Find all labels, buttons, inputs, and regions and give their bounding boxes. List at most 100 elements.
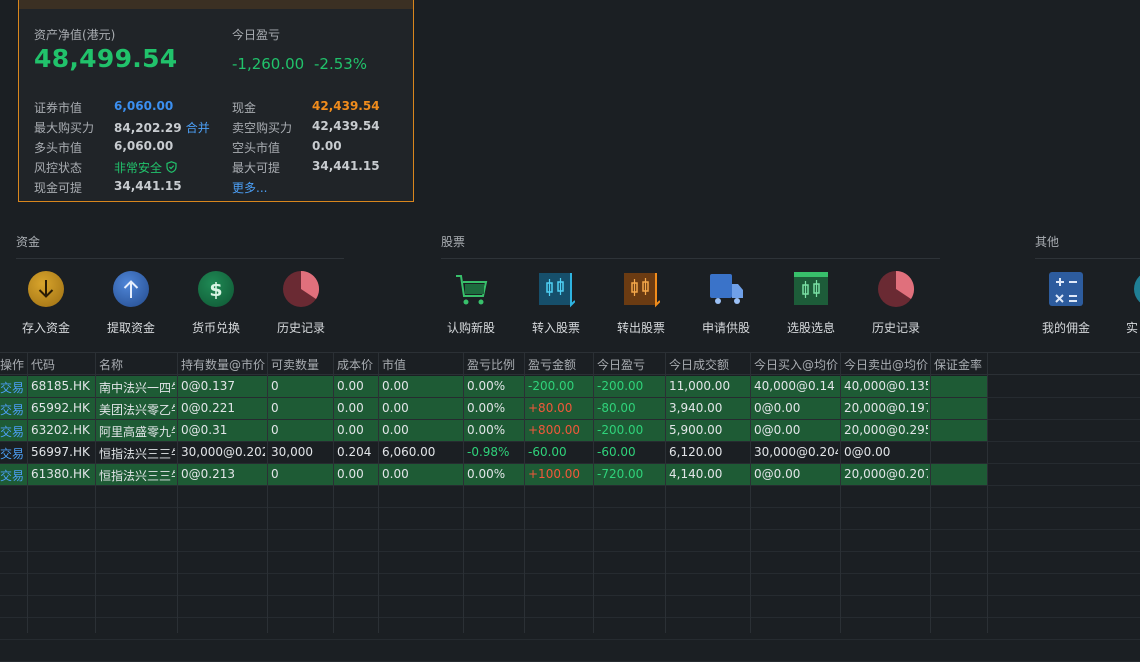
col-header-code[interactable]: 代码 xyxy=(31,356,55,373)
tool-funds-history[interactable]: 历史记录 xyxy=(261,270,341,336)
cell-sell: 0 xyxy=(271,379,279,393)
max-buying-power-value: 84,202.29 合并 xyxy=(114,119,210,136)
cell-pl: +100.00 xyxy=(528,467,581,481)
cell-buy: 30,000@0.204 xyxy=(754,445,838,459)
net-asset-label: 资产净值(港元) xyxy=(34,28,116,42)
cell-cost: 0.204 xyxy=(337,445,372,459)
row-divider xyxy=(0,573,1140,574)
cash-withdrawable-label: 现金可提 xyxy=(34,181,83,195)
cell-name: 阿里高盛零九牛 xyxy=(99,425,175,439)
cell-sellq: 20,000@0.295 xyxy=(844,423,928,437)
col-header-pl-amount[interactable]: 盈亏金额 xyxy=(528,356,576,373)
short-buying-power-value: 42,439.54 xyxy=(312,119,380,133)
cell-code: 63202.HK xyxy=(31,423,90,437)
tool-my-commission[interactable]: 我的佣金 xyxy=(1026,270,1106,336)
cell-code: 56997.HK xyxy=(31,445,90,459)
tool-rights-issue[interactable]: 申请供股 xyxy=(686,270,766,336)
cell-buy: 0@0.00 xyxy=(754,423,801,437)
trade-link[interactable]: 交易 xyxy=(0,423,25,440)
col-header-today-buy[interactable]: 今日买入@均价 xyxy=(754,356,838,373)
row-divider xyxy=(0,419,1140,420)
cell-code: 65992.HK xyxy=(31,401,90,415)
col-divider xyxy=(267,352,268,633)
tool-currency-exchange-label: 货币兑换 xyxy=(191,321,240,335)
deposit-icon xyxy=(27,270,65,308)
col-divider xyxy=(593,352,594,633)
cash-value: 42,439.54 xyxy=(312,99,380,113)
securities-mv-value: 6,060.00 xyxy=(114,99,174,113)
tool-my-commission-label: 我的佣金 xyxy=(1041,321,1090,335)
section-other-divider xyxy=(1035,258,1140,259)
transfer-out-candlestick-icon xyxy=(622,270,661,308)
col-header-pl-pct[interactable]: 盈亏比例 xyxy=(467,356,515,373)
tool-currency-exchange[interactable]: $ 货币兑换 xyxy=(176,270,256,336)
tool-deposit-label: 存入资金 xyxy=(21,321,70,335)
cell-name: 恒指法兴三三牛 xyxy=(99,469,175,483)
more-link[interactable]: 更多... xyxy=(232,179,267,196)
col-header-sellable[interactable]: 可卖数量 xyxy=(271,356,319,373)
cell-hold: 0@0.137 xyxy=(181,379,235,393)
trade-link[interactable]: 交易 xyxy=(0,445,25,462)
col-header-cost[interactable]: 成本价 xyxy=(337,356,373,373)
tool-stock-dividend-select[interactable]: 选股选息 xyxy=(771,270,851,336)
cell-buy: 40,000@0.14 xyxy=(754,379,835,393)
trade-link[interactable]: 交易 xyxy=(0,467,25,484)
cell-turnover: 11,000.00 xyxy=(669,379,731,393)
col-header-hold[interactable]: 持有数量@市价 xyxy=(181,356,265,373)
cell-turnover: 4,140.00 xyxy=(669,467,723,481)
cell-cost: 0.00 xyxy=(337,467,364,481)
col-header-op[interactable]: 操作 xyxy=(0,356,24,373)
account-summary-panel: 资产净值(港元) 48,499.54 今日盈亏 -1,260.00 -2.53%… xyxy=(18,0,414,202)
tool-stocks-history[interactable]: 历史记录 xyxy=(856,270,936,336)
short-mv-label: 空头市值 xyxy=(232,141,281,155)
risk-status-label: 风控状态 xyxy=(34,161,83,175)
calculator-icon xyxy=(1047,270,1085,308)
trade-link[interactable]: 交易 xyxy=(0,401,25,418)
tool-deposit[interactable]: 存入资金 xyxy=(6,270,86,336)
cell-pct: 0.00% xyxy=(467,423,506,437)
col-divider xyxy=(987,352,988,633)
cell-name: 南中法兴一四牛 xyxy=(99,381,175,395)
col-header-today-pl[interactable]: 今日盈亏 xyxy=(597,356,645,373)
row-divider xyxy=(0,397,1140,398)
cell-pct: -0.98% xyxy=(467,445,510,459)
col-header-margin[interactable]: 保证金率 xyxy=(934,356,982,373)
long-mv-value: 6,060.00 xyxy=(114,139,174,153)
row-divider xyxy=(0,485,1140,486)
cash-label: 现金 xyxy=(232,101,257,115)
cell-sellq: 0@0.00 xyxy=(844,445,891,459)
tool-transfer-out-stock[interactable]: 转出股票 xyxy=(601,270,681,336)
tool-transfer-in-stock-label: 转入股票 xyxy=(531,321,580,335)
transfer-in-candlestick-icon xyxy=(537,270,576,308)
cell-today: -80.00 xyxy=(597,401,636,415)
col-divider xyxy=(378,352,379,633)
tool-other-partial[interactable]: 实 xyxy=(1111,270,1140,336)
cell-mv: 0.00 xyxy=(382,401,409,415)
col-divider xyxy=(177,352,178,633)
tool-withdraw[interactable]: 提取资金 xyxy=(91,270,171,336)
panel-top-strip xyxy=(19,0,413,9)
merge-link[interactable]: 合并 xyxy=(186,121,210,135)
today-pl-label: 今日盈亏 xyxy=(232,28,281,42)
section-other-title: 其他 xyxy=(1035,235,1060,249)
partial-tool-icon xyxy=(1133,270,1140,308)
col-header-name[interactable]: 名称 xyxy=(99,356,123,373)
row-divider xyxy=(0,617,1140,618)
tool-ipo-subscribe[interactable]: 认购新股 xyxy=(431,270,511,336)
trade-link[interactable]: 交易 xyxy=(0,379,25,396)
cell-sell: 30,000 xyxy=(271,445,313,459)
tool-transfer-in-stock[interactable]: 转入股票 xyxy=(516,270,596,336)
col-header-turnover[interactable]: 今日成交额 xyxy=(669,356,729,373)
long-mv-label: 多头市值 xyxy=(34,141,83,155)
cell-pct: 0.00% xyxy=(467,379,506,393)
cash-withdrawable-value: 34,441.15 xyxy=(114,179,182,193)
col-header-today-sell[interactable]: 今日卖出@均价 xyxy=(844,356,928,373)
col-divider xyxy=(95,352,96,633)
cell-pct: 0.00% xyxy=(467,467,506,481)
col-divider xyxy=(840,352,841,633)
tool-other-partial-label: 实 xyxy=(1126,321,1139,335)
max-buying-power-number: 84,202.29 xyxy=(114,121,182,135)
col-header-market-value[interactable]: 市值 xyxy=(382,356,406,373)
max-withdrawable-value: 34,441.15 xyxy=(312,159,380,173)
securities-mv-label: 证券市值 xyxy=(34,101,83,115)
